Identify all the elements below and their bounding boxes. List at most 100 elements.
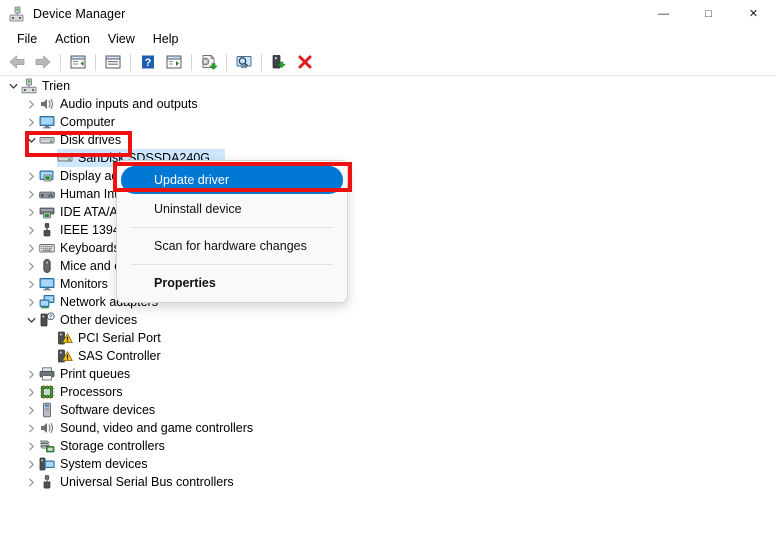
- chevron-right-icon[interactable]: [23, 168, 39, 184]
- software-device-icon: [39, 402, 55, 418]
- speaker-icon: [39, 96, 55, 112]
- chevron-right-icon[interactable]: [23, 456, 39, 472]
- update-driver-icon[interactable]: [197, 51, 221, 74]
- tree-item-system-devices[interactable]: System devices: [0, 455, 776, 473]
- svg-text:?: ?: [49, 314, 52, 320]
- menu-help[interactable]: Help: [144, 30, 188, 48]
- context-menu-item-update-driver[interactable]: Update driver: [121, 166, 343, 194]
- context-menu-separator: [131, 264, 333, 265]
- tree-item-label: PCI Serial Port: [78, 331, 161, 345]
- context-menu-item-uninstall-device[interactable]: Uninstall device: [121, 195, 343, 223]
- tree-item-pci-serial-port[interactable]: PCI Serial Port: [0, 329, 776, 347]
- help-icon[interactable]: ?: [136, 51, 160, 74]
- tree-item-label: Audio inputs and outputs: [60, 97, 198, 111]
- tree-root-label: Trien: [42, 79, 71, 93]
- tree-item-label: Sound, video and game controllers: [60, 421, 254, 435]
- unknown-device-icon: ?: [39, 312, 55, 328]
- scan-for-hardware-changes-icon[interactable]: [232, 51, 256, 74]
- tree-item-storage-controllers[interactable]: Storage controllers: [0, 437, 776, 455]
- mouse-icon: [39, 258, 55, 274]
- network-adapter-icon: [39, 294, 55, 310]
- menu-file[interactable]: File: [8, 30, 46, 48]
- minimize-button[interactable]: —: [641, 0, 686, 28]
- svg-text:?: ?: [145, 57, 152, 69]
- forward-icon[interactable]: [31, 51, 55, 74]
- hid-icon: [39, 186, 55, 202]
- tree-item-label: Storage controllers: [60, 439, 165, 453]
- chevron-right-icon[interactable]: [23, 420, 39, 436]
- tree-item-label: Other devices: [60, 313, 138, 327]
- chevron-down-icon[interactable]: [5, 78, 21, 94]
- tree-item-universal-serial-bus-controllers[interactable]: Universal Serial Bus controllers: [0, 473, 776, 491]
- tree-item-print-queues[interactable]: Print queues: [0, 365, 776, 383]
- menu-view[interactable]: View: [99, 30, 144, 48]
- disk-drive-icon: [39, 132, 55, 148]
- menu-bar: File Action View Help: [0, 28, 776, 49]
- ide-controller-icon: [39, 204, 55, 220]
- chevron-right-icon[interactable]: [23, 366, 39, 382]
- tree-root-trien[interactable]: Trien: [0, 77, 776, 95]
- chevron-down-icon[interactable]: [23, 132, 39, 148]
- tree-item-software-devices[interactable]: Software devices: [0, 401, 776, 419]
- chevron-right-icon[interactable]: [23, 294, 39, 310]
- tree-item-sound-video-and-game-controllers[interactable]: Sound, video and game controllers: [0, 419, 776, 437]
- chevron-right-icon[interactable]: [23, 474, 39, 490]
- uninstall-device-icon[interactable]: [293, 51, 317, 74]
- monitor-icon: [39, 276, 55, 292]
- maximize-button[interactable]: □: [686, 0, 731, 28]
- show-hide-console-tree-icon[interactable]: [66, 51, 90, 74]
- computer-node-icon: [21, 78, 37, 94]
- chevron-right-icon[interactable]: [23, 96, 39, 112]
- keyboard-icon: [39, 240, 55, 256]
- chevron-right-icon[interactable]: [23, 384, 39, 400]
- tree-item-label: Print queues: [60, 367, 131, 381]
- title-bar: Device Manager — □ ✕: [0, 0, 776, 28]
- monitor-icon: [39, 114, 55, 130]
- context-menu-separator: [131, 227, 333, 228]
- chevron-right-icon[interactable]: [23, 114, 39, 130]
- window-controls: — □ ✕: [641, 0, 776, 28]
- toolbar: ?: [0, 49, 776, 76]
- window-title: Device Manager: [33, 7, 126, 21]
- menu-action[interactable]: Action: [46, 30, 99, 48]
- enable-device-icon[interactable]: [267, 51, 291, 74]
- chevron-placeholder-icon: [41, 330, 57, 346]
- properties-icon[interactable]: [101, 51, 125, 74]
- tree-item-processors[interactable]: Processors: [0, 383, 776, 401]
- tree-item-label: SAS Controller: [78, 349, 161, 363]
- tree-item-label: Monitors: [60, 277, 108, 291]
- chevron-right-icon[interactable]: [23, 258, 39, 274]
- tree-item-disk-drives[interactable]: Disk drives: [0, 131, 776, 149]
- tree-item-computer[interactable]: Computer: [0, 113, 776, 131]
- display-adapter-icon: [39, 168, 55, 184]
- tree-item-label: System devices: [60, 457, 148, 471]
- chevron-right-icon[interactable]: [23, 402, 39, 418]
- chevron-right-icon[interactable]: [23, 240, 39, 256]
- context-menu[interactable]: Update driver Uninstall device Scan for …: [116, 160, 348, 303]
- tree-item-label: Computer: [60, 115, 115, 129]
- chevron-placeholder-icon: [41, 150, 57, 166]
- back-icon[interactable]: [5, 51, 29, 74]
- chevron-right-icon[interactable]: [23, 276, 39, 292]
- tree-item-audio-inputs-and-outputs[interactable]: Audio inputs and outputs: [0, 95, 776, 113]
- tree-item-label: Disk drives: [60, 133, 122, 147]
- warning-device-icon: [57, 348, 73, 364]
- view-icon[interactable]: [162, 51, 186, 74]
- chevron-right-icon[interactable]: [23, 204, 39, 220]
- context-menu-item-scan-for-hardware-changes[interactable]: Scan for hardware changes: [121, 232, 343, 260]
- chevron-right-icon[interactable]: [23, 222, 39, 238]
- tree-item-sas-controller[interactable]: SAS Controller: [0, 347, 776, 365]
- chevron-down-icon[interactable]: [23, 312, 39, 328]
- firewire-icon: [39, 222, 55, 238]
- printer-icon: [39, 366, 55, 382]
- device-tree[interactable]: Trien Audio inputs and outputs Computer Di…: [0, 77, 776, 538]
- context-menu-item-properties[interactable]: Properties: [121, 269, 343, 297]
- chevron-right-icon[interactable]: [23, 438, 39, 454]
- system-device-icon: [39, 456, 55, 472]
- tree-item-other-devices[interactable]: ? Other devices: [0, 311, 776, 329]
- storage-controller-icon: [39, 438, 55, 454]
- close-button[interactable]: ✕: [731, 0, 776, 28]
- chevron-right-icon[interactable]: [23, 186, 39, 202]
- processor-icon: [39, 384, 55, 400]
- device-manager-icon: [9, 6, 25, 22]
